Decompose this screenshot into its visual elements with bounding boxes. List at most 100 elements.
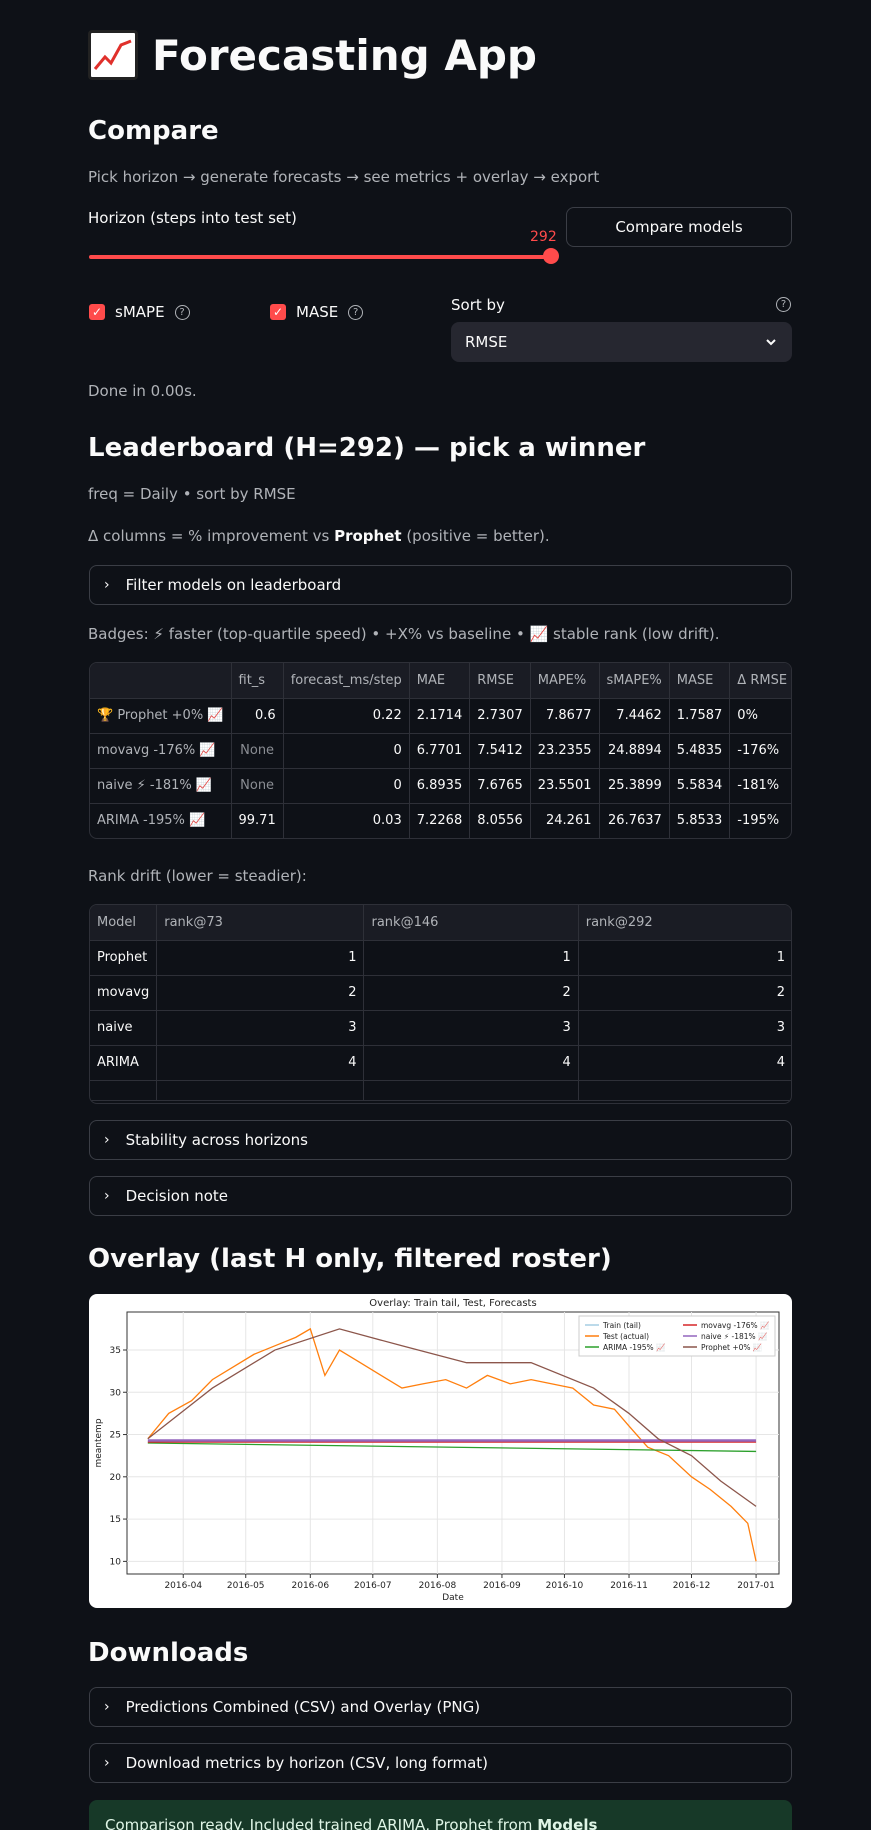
mase-checkbox[interactable]: ✓ MASE ? [270,303,364,321]
model-name-cell: Prophet [90,940,158,976]
rank-drift-column-header[interactable]: rank@146 [363,905,579,941]
success-text: Comparison ready. Included trained ARIMA… [105,1816,538,1830]
delta-caption-bold: Prophet [334,527,402,545]
rank-drift-table[interactable]: Model rank@73 rank@146 rank@292 Prophet 1 1 1 m… [89,904,792,1104]
delta-caption-post: (positive = better). [401,527,550,545]
x-tick-label: 2016-10 [546,1581,584,1591]
filter-models-expander[interactable]: › Filter models on leaderboard [89,565,792,605]
downloads-heading: Downloads [88,1638,249,1668]
table-cell: -195% [729,803,791,838]
rank-cell: 2 [156,975,365,1011]
rank-drift-column-header[interactable]: Model [90,905,158,941]
help-icon[interactable]: ? [174,304,190,320]
leaderboard-column-header[interactable]: RMSE [469,663,531,699]
filter-models-label: Filter models on leaderboard [125,576,342,594]
sort-by-label: Sort by [451,296,505,314]
delta-caption-pre: Δ columns = % improvement vs [88,527,335,545]
table-cell: 26.7637 [599,803,670,838]
metrics-download-expander[interactable]: › Download metrics by horizon (CSV, long… [89,1743,792,1783]
table-cell: 7.5412 [469,733,531,769]
y-axis-label: meantemp [94,1418,104,1467]
table-row[interactable]: movavg -176% 📈 None 0 6.7701 7.5412 23.2355 24… [90,733,791,769]
table-row[interactable]: Prophet 1 1 1 [90,940,791,976]
model-name-cell: 🏆 Prophet +0% 📈 [90,698,232,734]
model-name-cell: naive [90,1010,158,1046]
table-cell: 5.5834 [669,768,731,804]
success-text-bold: Models [537,1816,598,1830]
chevron-right-icon: › [104,577,110,593]
rank-cell: 2 [578,975,791,1011]
chevron-down-icon [766,339,776,346]
compare-models-button[interactable]: Compare models [566,207,792,247]
rank-cell: 4 [156,1045,365,1081]
table-row[interactable]: naive 3 3 3 [90,1010,791,1046]
table-row[interactable]: movavg 2 2 2 [90,975,791,1011]
model-name-cell: ARIMA -195% 📈 [90,803,232,838]
help-icon[interactable]: ? [348,304,364,320]
table-cell: 25.3899 [599,768,670,804]
table-row[interactable]: ARIMA -195% 📈 99.71 0.03 7.2268 8.0556 24.261… [90,803,791,838]
help-icon[interactable]: ? [776,297,791,312]
chevron-right-icon: › [104,1755,110,1771]
sort-by-select[interactable]: RMSE [451,322,792,362]
overlay-chart: Overlay: Train tail, Test, Forecasts 10 15… [89,1294,792,1608]
y-tick-label: 15 [110,1515,121,1525]
table-cell: -181% [729,768,791,804]
badges-caption: Badges: ⚡ faster (top-quartile speed) • … [88,625,720,643]
rank-cell: 1 [363,940,579,976]
compare-heading: Compare [88,116,219,146]
table-row[interactable]: 🏆 Prophet +0% 📈 0.6 0.22 2.1714 2.7307 7.8677… [90,698,791,734]
x-tick-label: 2016-06 [292,1581,330,1591]
app-title-text: Forecasting App [152,30,537,80]
freq-caption: freq = Daily • sort by RMSE [88,485,296,503]
table-row[interactable]: ARIMA 4 4 4 [90,1045,791,1081]
table-cell [90,1080,158,1101]
table-cell: 0.6 [231,698,284,734]
smape-checkbox[interactable]: ✓ sMAPE ? [89,303,190,321]
leaderboard-column-header[interactable]: forecast_ms/step [283,663,410,699]
table-row[interactable]: naive ⚡ -181% 📈 None 0 6.8935 7.6765 23.5501 2… [90,768,791,804]
horizon-slider-thumb[interactable] [543,248,559,264]
table-cell: 0 [283,733,410,769]
legend-entry: Train (tail) [602,1321,641,1330]
x-axis-label: Date [442,1593,464,1603]
table-cell: 7.4462 [599,698,670,734]
model-name-cell: movavg [90,975,158,1011]
x-tick-label: 2017-01 [737,1581,775,1591]
y-tick-label: 20 [110,1473,122,1483]
horizon-slider-track[interactable] [89,255,551,259]
delta-caption: Δ columns = % improvement vs Prophet (po… [88,527,550,545]
checkmark-icon: ✓ [270,304,286,320]
table-cell [578,1080,791,1101]
leaderboard-table[interactable]: fit_s forecast_ms/step MAE RMSE MAPE% sMAPE% M… [89,662,792,839]
chart-title: Overlay: Train tail, Test, Forecasts [369,1298,536,1309]
table-cell: 5.4835 [669,733,731,769]
leaderboard-column-header[interactable]: Δ RMSE vs Proph [729,663,791,699]
decision-note-label: Decision note [125,1187,229,1205]
y-tick-label: 10 [110,1557,122,1567]
rank-cell: 4 [578,1045,791,1081]
leaderboard-column-header[interactable] [90,663,232,699]
leaderboard-column-header[interactable]: MAPE% [530,663,600,699]
table-cell: 5.8533 [669,803,731,838]
table-cell: 0 [283,768,410,804]
table-cell: 24.8894 [599,733,670,769]
predictions-download-expander[interactable]: › Predictions Combined (CSV) and Overlay… [89,1687,792,1727]
rank-drift-column-header[interactable]: rank@292 [578,905,791,941]
rank-cell: 3 [363,1010,579,1046]
leaderboard-column-header[interactable]: sMAPE% [599,663,670,699]
mase-label: MASE [296,303,339,321]
leaderboard-column-header[interactable]: MAE [409,663,471,699]
stability-expander[interactable]: › Stability across horizons [89,1120,792,1160]
leaderboard-column-header[interactable]: MASE [669,663,731,699]
leaderboard-heading: Leaderboard (H=292) — pick a winner [88,433,646,463]
rank-drift-caption: Rank drift (lower = steadier): [88,867,307,885]
decision-note-expander[interactable]: › Decision note [89,1176,792,1216]
y-tick-label: 25 [110,1431,121,1441]
leaderboard-column-header[interactable]: fit_s [231,663,284,699]
rank-drift-column-header[interactable]: rank@73 [156,905,365,941]
table-cell: 7.2268 [409,803,471,838]
table-cell [363,1080,579,1101]
chevron-right-icon: › [104,1188,110,1204]
model-name-cell: naive ⚡ -181% 📈 [90,768,232,804]
